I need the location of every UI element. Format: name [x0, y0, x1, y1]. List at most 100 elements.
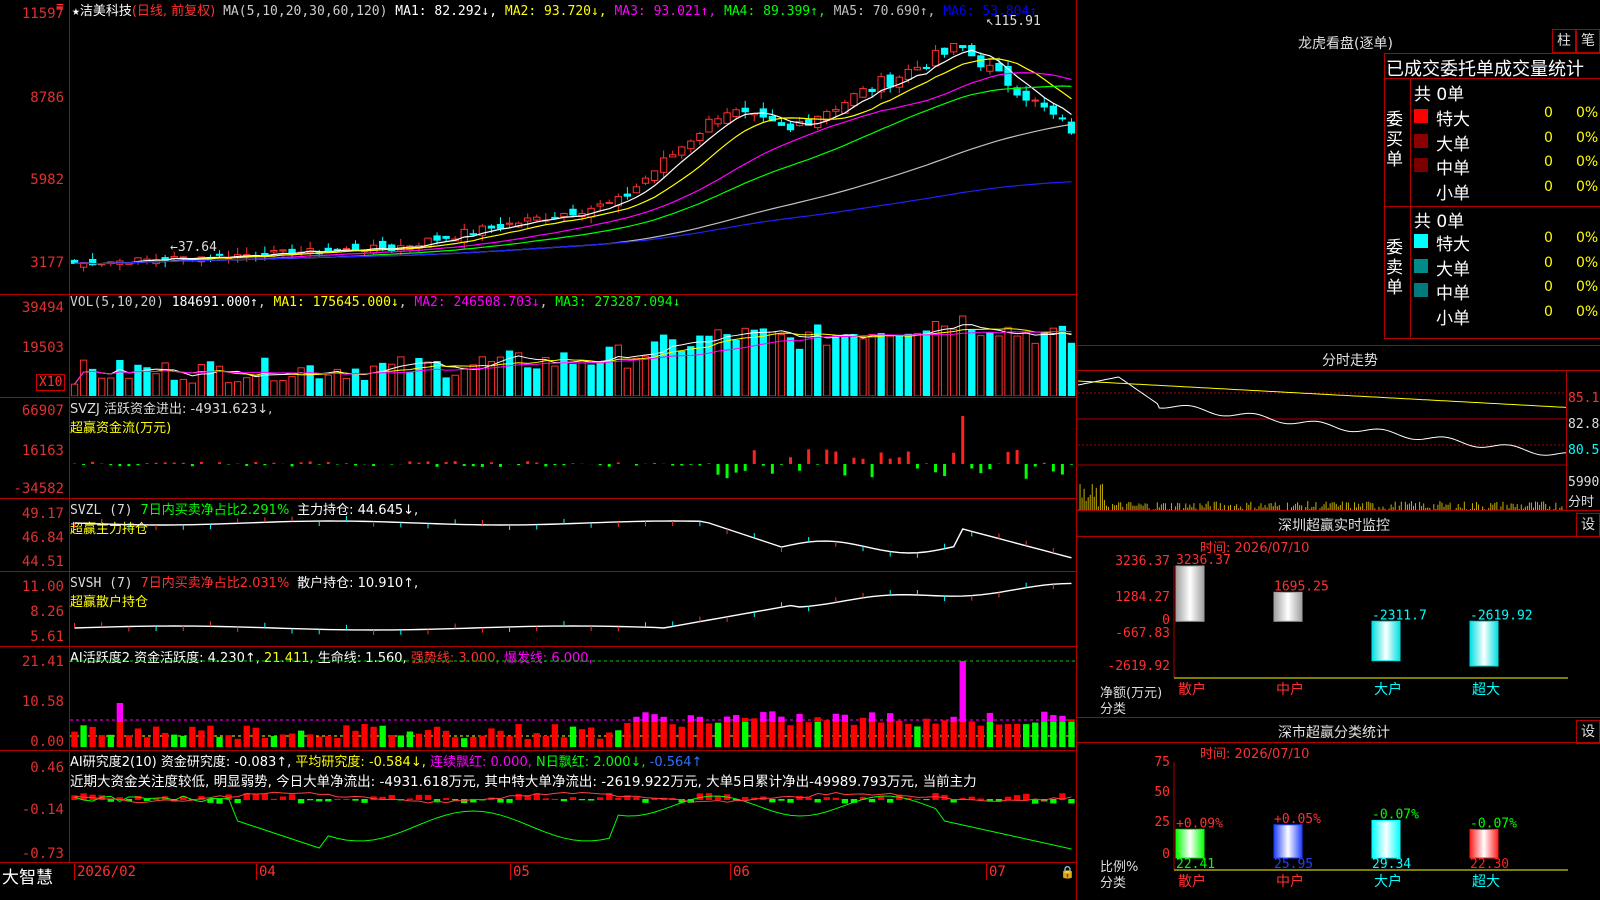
activity-bar: [914, 726, 921, 747]
category-bar: [1371, 819, 1401, 859]
candle: [351, 243, 360, 251]
activity-bar: [651, 722, 658, 747]
research-bar: [261, 793, 269, 800]
research-bar: [334, 798, 341, 800]
research-bar: [352, 799, 359, 801]
research-bar: [587, 799, 595, 801]
activity-bar-top: [633, 716, 640, 722]
candle: [641, 177, 650, 184]
volume-bar: [152, 373, 160, 396]
research-bar: [633, 797, 640, 800]
research-bar: [569, 797, 577, 800]
research-bar: [914, 798, 921, 800]
volume-bar: [759, 328, 767, 396]
activity-bar: [433, 726, 441, 747]
activity-bar: [877, 722, 885, 747]
order-row-count: 0: [1544, 254, 1553, 271]
order-row-pct: 0%: [1576, 178, 1599, 195]
bar-category-label: 散户: [1178, 873, 1206, 890]
svzj-chart[interactable]: [70, 398, 1076, 498]
volume-bar: [143, 367, 151, 396]
activity-bar: [950, 722, 957, 747]
activity-bar-top: [116, 703, 124, 722]
bar-view-button[interactable]: 柱: [1552, 29, 1576, 53]
sz-monitor-settings-button[interactable]: 设: [1576, 513, 1600, 537]
volume-bar: [88, 368, 97, 396]
order-row-pct: 0%: [1576, 303, 1599, 320]
activity-bar: [723, 722, 731, 747]
bar-y-tick: 25: [1154, 815, 1170, 830]
volume-bar: [369, 365, 378, 396]
volume-bar: [650, 341, 659, 396]
activity-bar: [152, 726, 160, 747]
activity-bar: [424, 730, 432, 747]
sz-class-settings-button[interactable]: 设: [1576, 720, 1600, 744]
activity-bar: [678, 726, 685, 747]
intraday-price-line: [1078, 376, 1566, 456]
bar-change-label: +0.05%: [1274, 812, 1321, 827]
activity-bar: [995, 724, 1003, 747]
volume-bar: [968, 329, 976, 396]
volume-bar: [723, 334, 731, 396]
activity-bar-top: [642, 712, 649, 722]
candle: [1022, 90, 1030, 101]
ma-values: MA1: 82.292↓, MA2: 93.720↓, MA3: 93.021↑…: [395, 4, 1037, 19]
research-bar: [252, 793, 259, 800]
bar-y-tick: -667.83: [1115, 626, 1170, 641]
chart-period[interactable]: (日线, 前复权): [132, 4, 215, 19]
activity-bar: [243, 725, 250, 747]
activity-bar-top: [796, 713, 803, 722]
volume-bar: [705, 335, 713, 396]
bar-change-label: -0.07%: [1470, 816, 1517, 831]
activity-bar-top: [923, 718, 930, 722]
research-bar: [306, 799, 314, 801]
holding-line: [74, 520, 1072, 559]
candle: [678, 146, 686, 156]
candle: [940, 47, 949, 55]
activity-bar-top: [1068, 719, 1075, 722]
candle: [786, 123, 795, 131]
volume-bar: [397, 356, 405, 396]
bar-y-tick: 75: [1154, 756, 1170, 770]
candle: [632, 186, 641, 194]
ai-research-chart[interactable]: [70, 751, 1076, 862]
bar-category-label: 中户: [1276, 681, 1304, 698]
activity-bar-top: [868, 712, 876, 722]
activity-bar: [270, 736, 278, 747]
volume-bar: [406, 372, 414, 396]
research-bar: [742, 797, 749, 800]
research-bar: [143, 799, 151, 801]
activity-bar: [905, 723, 912, 747]
svzl-chart[interactable]: [70, 499, 1076, 571]
volume-chart[interactable]: [70, 308, 1076, 396]
candle: [379, 240, 387, 249]
activity-bar-top: [1050, 715, 1057, 722]
order-row-pct: 0%: [1576, 230, 1599, 246]
activity-bar: [615, 730, 622, 747]
tick-view-button[interactable]: 笔: [1576, 29, 1600, 53]
volume-bar: [623, 367, 632, 396]
favorite-star-icon[interactable]: ★: [72, 4, 80, 19]
research-bar: [887, 799, 894, 803]
low-price-label: ←37.64: [170, 240, 217, 255]
research-bar: [841, 799, 849, 804]
ai-active-chart[interactable]: [70, 647, 1076, 750]
activity-bar: [479, 735, 486, 747]
activity-bar: [1022, 724, 1030, 747]
activity-bar: [379, 725, 386, 747]
order-color-swatch: [1414, 109, 1428, 123]
activity-bar: [868, 722, 876, 747]
activity-bar-top: [778, 716, 785, 722]
intraday-chart[interactable]: [1078, 371, 1566, 511]
lock-icon[interactable]: 🔒: [1060, 865, 1075, 879]
volume-bar: [940, 325, 949, 396]
sz-class-chart[interactable]: 75 50 25 0 22.41 +0.09% 散户 25.95 +0.05% 中户 29.34 -0…: [1078, 756, 1600, 900]
activity-bar: [778, 722, 785, 747]
research-bar: [279, 796, 287, 800]
candle: [859, 88, 867, 98]
kline-chart[interactable]: [70, 18, 1076, 294]
research-bar: [325, 799, 332, 802]
research-bar: [923, 799, 930, 801]
svsh-chart[interactable]: [70, 572, 1076, 646]
activity-bar-top: [887, 713, 894, 722]
